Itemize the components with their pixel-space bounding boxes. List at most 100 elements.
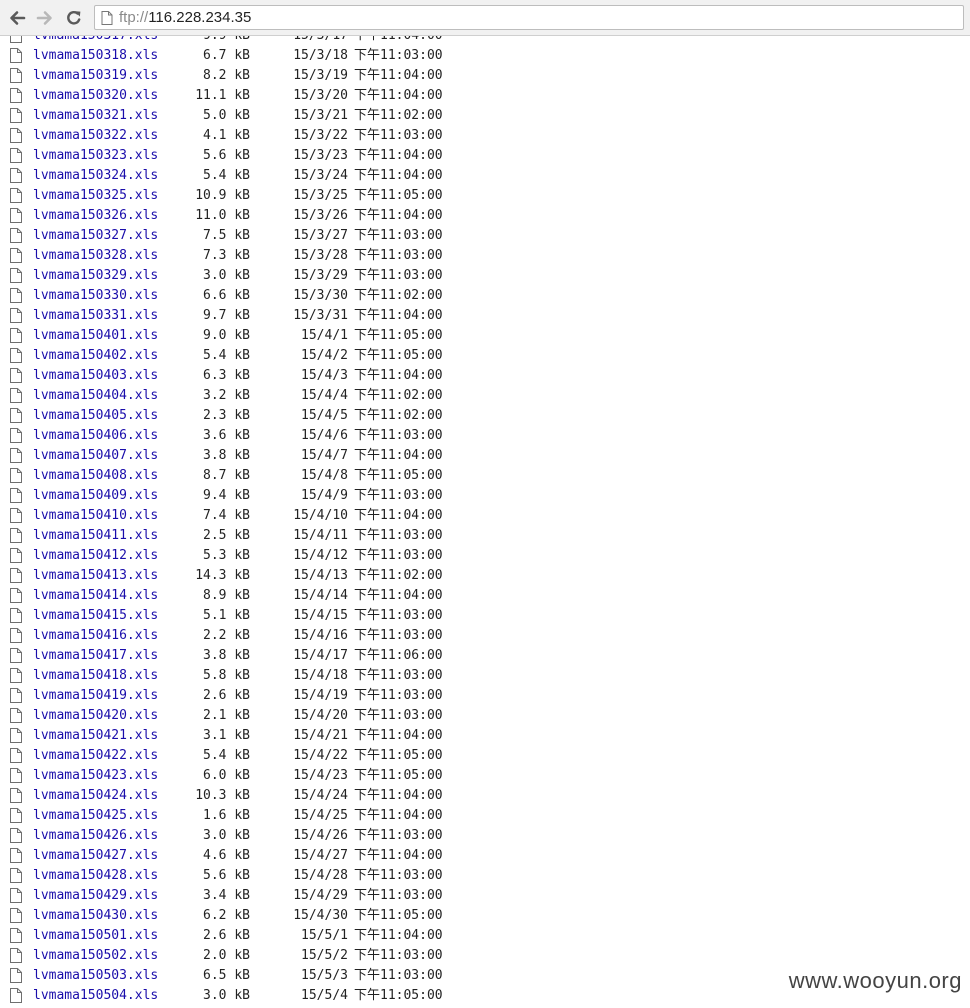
file-time: 下午11:04:00 xyxy=(354,848,443,863)
file-link[interactable]: lvmama150416.xls xyxy=(33,626,158,646)
forward-button[interactable] xyxy=(34,7,56,29)
file-date: 15/4/2 xyxy=(301,348,348,363)
file-date: 15/4/20 xyxy=(293,708,348,723)
file-time: 下午11:02:00 xyxy=(354,288,443,303)
file-time: 下午11:03:00 xyxy=(354,528,443,543)
file-link[interactable]: lvmama150415.xls xyxy=(33,606,158,626)
file-time: 下午11:04:00 xyxy=(354,368,443,383)
file-date: 15/4/11 xyxy=(293,528,348,543)
file-link[interactable]: lvmama150412.xls xyxy=(33,546,158,566)
file-link[interactable]: lvmama150411.xls xyxy=(33,526,158,546)
file-link[interactable]: lvmama150425.xls xyxy=(33,806,158,826)
file-link[interactable]: lvmama150329.xls xyxy=(33,266,158,286)
address-bar[interactable]: ftp://116.228.234.35 xyxy=(94,5,964,30)
file-size: 5.3 kB xyxy=(203,548,250,563)
file-link[interactable]: lvmama150408.xls xyxy=(33,466,158,486)
file-link[interactable]: lvmama150419.xls xyxy=(33,686,158,706)
file-row: lvmama150429.xls 3.4 kB 15/4/29 下午11:03:00 xyxy=(0,886,970,906)
file-link[interactable]: lvmama150324.xls xyxy=(33,166,158,186)
file-link[interactable]: lvmama150428.xls xyxy=(33,866,158,886)
file-icon xyxy=(10,528,22,543)
file-row: lvmama150422.xls 5.4 kB 15/4/22 下午11:05:00 xyxy=(0,746,970,766)
file-date: 15/3/27 xyxy=(293,228,348,243)
file-size: 10.3 kB xyxy=(195,788,250,803)
file-link[interactable]: lvmama150321.xls xyxy=(33,106,158,126)
file-link[interactable]: lvmama150427.xls xyxy=(33,846,158,866)
file-link[interactable]: lvmama150503.xls xyxy=(33,966,158,986)
file-link[interactable]: lvmama150413.xls xyxy=(33,566,158,586)
file-time: 下午11:03:00 xyxy=(354,888,443,903)
file-link[interactable]: lvmama150401.xls xyxy=(33,326,158,346)
file-link[interactable]: lvmama150422.xls xyxy=(33,746,158,766)
file-link[interactable]: lvmama150410.xls xyxy=(33,506,158,526)
file-date: 15/5/2 xyxy=(301,948,348,963)
file-link[interactable]: lvmama150420.xls xyxy=(33,706,158,726)
file-link[interactable]: lvmama150327.xls xyxy=(33,226,158,246)
file-row: lvmama150413.xls 14.3 kB 15/4/13 下午11:02:00 xyxy=(0,566,970,586)
file-date: 15/4/28 xyxy=(293,868,348,883)
file-link[interactable]: lvmama150414.xls xyxy=(33,586,158,606)
file-link[interactable]: lvmama150322.xls xyxy=(33,126,158,146)
file-link[interactable]: lvmama150501.xls xyxy=(33,926,158,946)
file-link[interactable]: lvmama150424.xls xyxy=(33,786,158,806)
file-size: 5.4 kB xyxy=(203,168,250,183)
file-date: 15/5/4 xyxy=(301,988,348,1003)
file-row: lvmama150402.xls 5.4 kB 15/4/2 下午11:05:00 xyxy=(0,346,970,366)
file-time: 下午11:06:00 xyxy=(354,648,443,663)
file-link[interactable]: lvmama150417.xls xyxy=(33,646,158,666)
file-link[interactable]: lvmama150409.xls xyxy=(33,486,158,506)
file-time: 下午11:04:00 xyxy=(354,208,443,223)
file-link[interactable]: lvmama150328.xls xyxy=(33,246,158,266)
file-link[interactable]: lvmama150320.xls xyxy=(33,86,158,106)
file-icon xyxy=(10,928,22,943)
browser-toolbar: ftp://116.228.234.35 xyxy=(0,0,970,36)
file-date: 15/3/20 xyxy=(293,88,348,103)
file-link[interactable]: lvmama150319.xls xyxy=(33,66,158,86)
file-link[interactable]: lvmama150418.xls xyxy=(33,666,158,686)
file-date: 15/4/30 xyxy=(293,908,348,923)
file-size: 3.0 kB xyxy=(203,988,250,1003)
file-size: 6.5 kB xyxy=(203,968,250,983)
file-time: 下午11:03:00 xyxy=(354,708,443,723)
file-link[interactable]: lvmama150407.xls xyxy=(33,446,158,466)
file-time: 下午11:05:00 xyxy=(354,768,443,783)
file-link[interactable]: lvmama150331.xls xyxy=(33,306,158,326)
file-link[interactable]: lvmama150404.xls xyxy=(33,386,158,406)
file-link[interactable]: lvmama150402.xls xyxy=(33,346,158,366)
file-link[interactable]: lvmama150326.xls xyxy=(33,206,158,226)
file-time: 下午11:03:00 xyxy=(354,248,443,263)
file-icon xyxy=(10,748,22,763)
file-size: 5.4 kB xyxy=(203,748,250,763)
file-date: 15/3/25 xyxy=(293,188,348,203)
back-button[interactable] xyxy=(6,7,28,29)
file-link[interactable]: lvmama150403.xls xyxy=(33,366,158,386)
file-link[interactable]: lvmama150325.xls xyxy=(33,186,158,206)
file-time: 下午11:03:00 xyxy=(354,48,443,63)
file-link[interactable]: lvmama150421.xls xyxy=(33,726,158,746)
file-icon xyxy=(10,488,22,503)
file-link[interactable]: lvmama150502.xls xyxy=(33,946,158,966)
file-date: 15/3/31 xyxy=(293,308,348,323)
file-size: 5.4 kB xyxy=(203,348,250,363)
file-link[interactable]: lvmama150426.xls xyxy=(33,826,158,846)
reload-button[interactable] xyxy=(63,7,85,29)
url-text: ftp://116.228.234.35 xyxy=(119,9,251,26)
file-link[interactable]: lvmama150318.xls xyxy=(33,46,158,66)
file-row: lvmama150501.xls 2.6 kB 15/5/1 下午11:04:00 xyxy=(0,926,970,946)
file-link[interactable]: lvmama150405.xls xyxy=(33,406,158,426)
file-link[interactable]: lvmama150423.xls xyxy=(33,766,158,786)
file-time: 下午11:05:00 xyxy=(354,328,443,343)
file-row: lvmama150428.xls 5.6 kB 15/4/28 下午11:03:00 xyxy=(0,866,970,886)
file-link[interactable]: lvmama150429.xls xyxy=(33,886,158,906)
file-time: 下午11:04:00 xyxy=(354,808,443,823)
file-icon xyxy=(10,608,22,623)
file-date: 15/4/24 xyxy=(293,788,348,803)
file-time: 下午11:04:00 xyxy=(354,88,443,103)
forward-arrow-icon xyxy=(36,11,52,25)
file-link[interactable]: lvmama150406.xls xyxy=(33,426,158,446)
file-link[interactable]: lvmama150330.xls xyxy=(33,286,158,306)
file-link[interactable]: lvmama150323.xls xyxy=(33,146,158,166)
file-size: 2.1 kB xyxy=(203,708,250,723)
file-link[interactable]: lvmama150504.xls xyxy=(33,986,158,1006)
file-link[interactable]: lvmama150430.xls xyxy=(33,906,158,926)
